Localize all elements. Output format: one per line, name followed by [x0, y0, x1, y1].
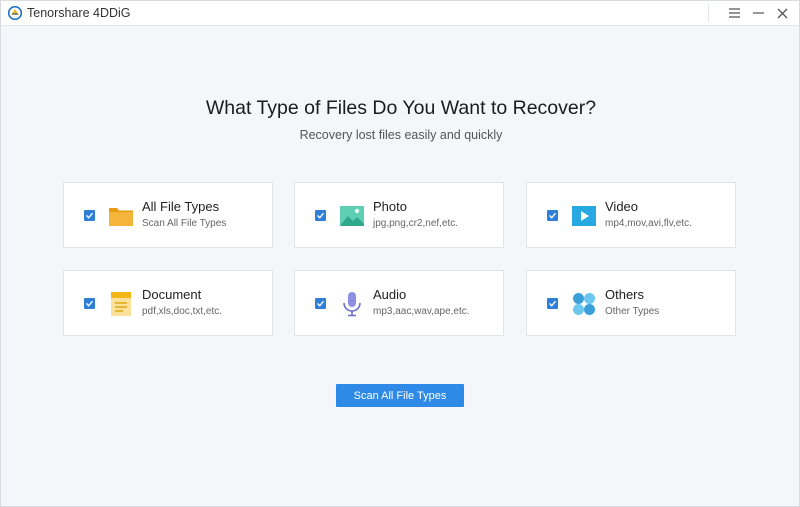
checkbox-photo[interactable]: [315, 210, 326, 221]
window-controls: [708, 3, 791, 23]
others-icon: [571, 291, 597, 317]
file-type-card-video[interactable]: Video mp4,mov,avi,flv,etc.: [526, 182, 736, 248]
card-title: Others: [605, 287, 645, 302]
card-title: Audio: [373, 287, 407, 302]
checkbox-document[interactable]: [84, 298, 95, 309]
card-description: Other Types: [605, 306, 660, 317]
card-title: Video: [605, 199, 639, 214]
photo-icon: [339, 203, 365, 229]
checkbox-audio[interactable]: [315, 298, 326, 309]
file-type-card-photo[interactable]: Photo jpg,png,cr2,nef,etc.: [294, 182, 504, 248]
card-description: pdf,xls,doc,txt,etc.: [142, 306, 223, 317]
file-type-card-document[interactable]: Document pdf,xls,doc,txt,etc.: [63, 270, 273, 336]
folder-icon: [108, 203, 134, 229]
scan-button[interactable]: Scan All File Types: [336, 384, 464, 407]
menu-icon[interactable]: [725, 4, 743, 22]
card-title: Photo: [373, 199, 407, 214]
microphone-icon: [339, 291, 365, 317]
page-subtitle: Recovery lost files easily and quickly: [299, 128, 503, 142]
title-bar: Tenorshare 4DDiG: [1, 1, 799, 26]
app-title: Tenorshare 4DDiG: [27, 6, 131, 20]
card-description: mp3,aac,wav,ape,etc.: [373, 306, 470, 317]
card-title: All File Types: [142, 199, 220, 214]
checkbox-others[interactable]: [547, 298, 558, 309]
close-icon[interactable]: [773, 4, 791, 22]
document-icon: [108, 291, 134, 317]
card-description: Scan All File Types: [142, 218, 227, 229]
card-title: Document: [142, 287, 202, 302]
file-type-card-all[interactable]: All File Types Scan All File Types: [63, 182, 273, 248]
checkbox-all[interactable]: [84, 210, 95, 221]
checkbox-video[interactable]: [547, 210, 558, 221]
file-type-card-others[interactable]: Others Other Types: [526, 270, 736, 336]
card-description: jpg,png,cr2,nef,etc.: [373, 218, 459, 229]
minimize-icon[interactable]: [749, 4, 767, 22]
card-description: mp4,mov,avi,flv,etc.: [605, 218, 692, 229]
app-logo-icon: [7, 5, 23, 21]
file-type-card-audio[interactable]: Audio mp3,aac,wav,ape,etc.: [294, 270, 504, 336]
video-icon: [571, 203, 597, 229]
page-title: What Type of Files Do You Want to Recove…: [205, 97, 597, 119]
title-separator: [708, 4, 709, 22]
app-window: Tenorshare 4DDiG What Type of Files Do Y…: [0, 0, 800, 507]
